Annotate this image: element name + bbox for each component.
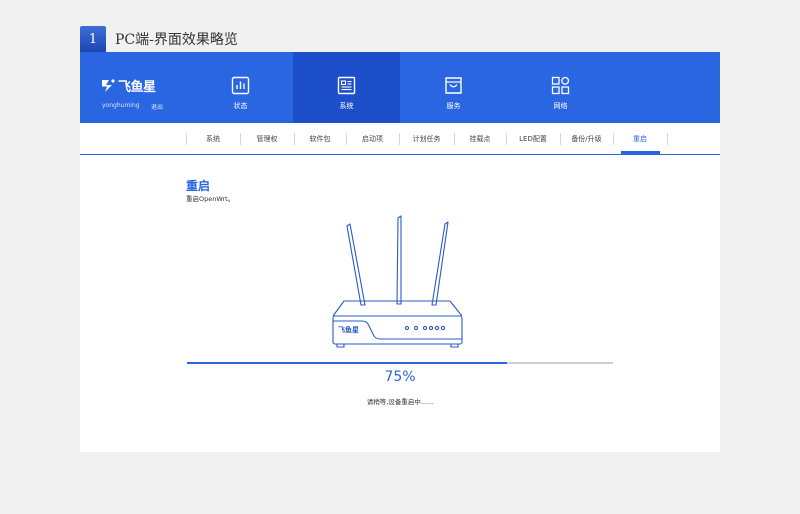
nav-item-network[interactable]: 网络	[507, 52, 614, 123]
nav-item-system[interactable]: 系统	[293, 52, 400, 123]
sub-nav-tabs: 系统 管理权 软件包 启动项 计划任务 挂载点 LED配置 备份/升级 重启	[80, 123, 720, 155]
nav-item-status[interactable]: 状态	[187, 52, 294, 123]
tab-startup[interactable]: 启动项	[346, 131, 399, 147]
app-window: 飞鱼星 yonghuming 退出 状态 系统 服务 网络 系统 管理权 软件包…	[80, 52, 720, 452]
section-number: 1	[80, 26, 106, 52]
progress-fill	[187, 362, 507, 364]
nav-item-service[interactable]: 服务	[400, 52, 507, 123]
tab-scheduled-tasks[interactable]: 计划任务	[399, 131, 454, 147]
page-title: 重启	[186, 179, 211, 193]
progress-percent: 75%	[384, 369, 416, 385]
nav-label-service: 服务	[446, 102, 461, 110]
brand-logo[interactable]: 飞鱼星	[100, 76, 156, 95]
brand-area: 飞鱼星 yonghuming 退出	[80, 52, 180, 123]
tab-software[interactable]: 软件包	[294, 131, 346, 147]
network-nodes-icon	[551, 76, 570, 95]
router-illustration: 飞鱼星	[332, 215, 463, 348]
reboot-status-text: 请稍等,设备重启中......	[366, 398, 434, 406]
progress-track	[187, 362, 613, 364]
nav-label-status: 状态	[233, 102, 248, 110]
system-list-icon	[337, 76, 356, 95]
section-title: PC端-界面效果略览	[115, 32, 238, 48]
status-chart-icon	[231, 76, 250, 95]
brand-name: 飞鱼星	[118, 80, 156, 95]
tab-backup-upgrade[interactable]: 备份/升级	[560, 131, 613, 147]
top-nav-bar: 飞鱼星 yonghuming 退出 状态 系统 服务 网络	[80, 52, 720, 123]
username-label: yonghuming	[102, 102, 140, 109]
nav-label-system: 系统	[339, 102, 354, 110]
tab-mount-points[interactable]: 挂载点	[454, 131, 506, 147]
tab-led-config[interactable]: LED配置	[506, 131, 560, 147]
nav-label-network: 网络	[553, 102, 568, 110]
tab-divider	[667, 133, 668, 145]
tab-system[interactable]: 系统	[186, 131, 240, 147]
brand-fish-icon	[102, 79, 115, 92]
page-description: 重启OpenWrt。	[186, 195, 235, 203]
logout-link[interactable]: 退出	[151, 102, 163, 111]
section-header: 1 PC端-界面效果略览	[80, 26, 238, 52]
tab-admin[interactable]: 管理权	[240, 131, 294, 147]
tab-reboot[interactable]: 重启	[613, 131, 667, 147]
active-tab-indicator	[621, 151, 660, 154]
router-brand-label: 飞鱼星	[338, 325, 359, 334]
service-bag-icon	[445, 77, 462, 94]
